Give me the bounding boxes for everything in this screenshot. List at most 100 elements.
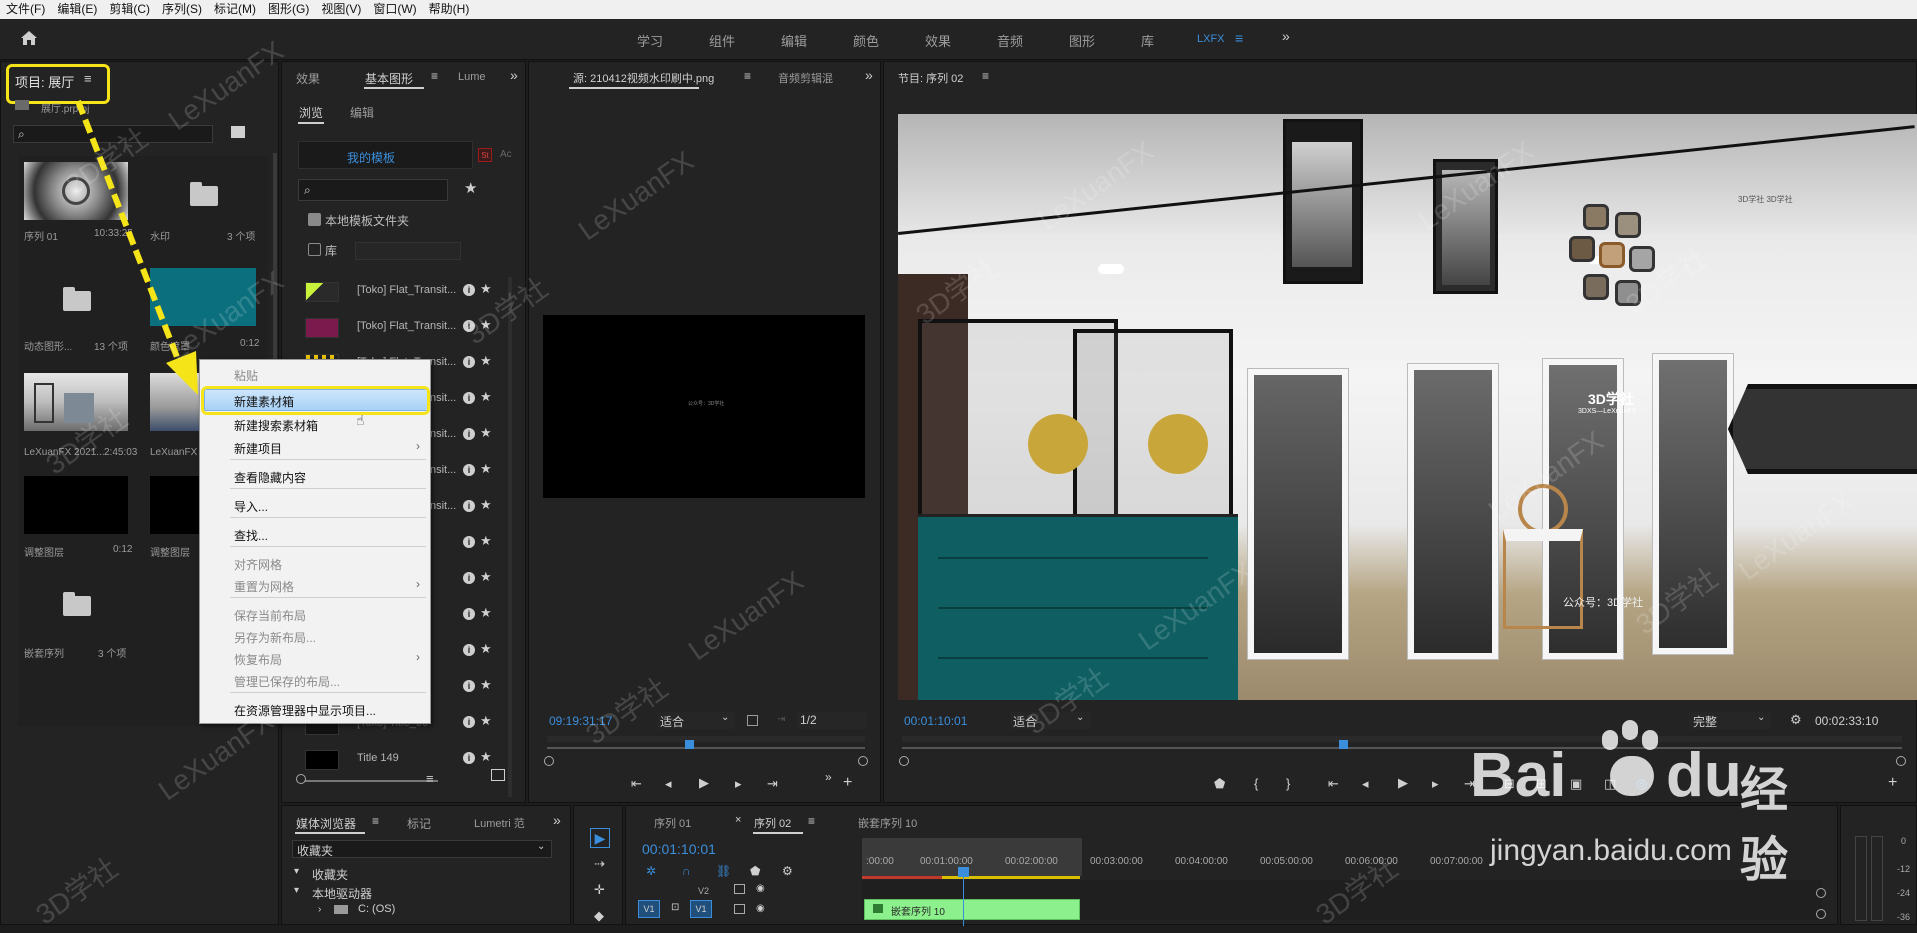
- tree-drive-c[interactable]: C: (OS): [358, 903, 395, 915]
- star-icon[interactable]: ★: [480, 569, 492, 585]
- selection-tool-icon[interactable]: ▶: [590, 828, 610, 848]
- menu-edit[interactable]: 编辑(E): [51, 0, 103, 19]
- template-item[interactable]: Title 149 i ★: [305, 748, 510, 772]
- workspace-tab-editing[interactable]: 编辑: [781, 31, 807, 50]
- add-button-icon[interactable]: +: [843, 774, 852, 792]
- project-title[interactable]: 项目: 展厅: [15, 72, 74, 91]
- tab-lumetri[interactable]: Lume: [458, 71, 486, 83]
- insert-icon[interactable]: ⇥: [777, 714, 785, 725]
- more-tabs-icon[interactable]: »: [865, 67, 873, 83]
- film-icon[interactable]: [734, 884, 745, 894]
- star-icon[interactable]: ★: [480, 281, 492, 297]
- add-button-icon[interactable]: +: [1888, 774, 1897, 792]
- step-forward-icon[interactable]: ▸: [1432, 776, 1439, 792]
- menu-item-paste[interactable]: 粘贴: [234, 367, 258, 384]
- star-icon[interactable]: ★: [480, 677, 492, 693]
- audio-mixer-tab[interactable]: 音频剪辑混: [778, 70, 833, 86]
- menu-help[interactable]: 帮助(H): [423, 0, 476, 19]
- favorites-dropdown[interactable]: 收藏夹 ⌄: [292, 840, 552, 858]
- star-icon[interactable]: ★: [480, 461, 492, 477]
- workspace-tab-assembly[interactable]: 组件: [709, 31, 735, 50]
- tab-lumetri-scopes[interactable]: Lumetri 范: [474, 815, 525, 831]
- tab-media-browser[interactable]: 媒体浏览器: [296, 815, 356, 832]
- tree-local-drives[interactable]: 本地驱动器: [312, 885, 372, 902]
- menu-view[interactable]: 视图(V): [315, 0, 367, 19]
- subtab-browse[interactable]: 浏览: [299, 104, 323, 121]
- program-tab[interactable]: 节目: 序列 02: [898, 70, 963, 86]
- tab-markers[interactable]: 标记: [407, 815, 431, 832]
- source-mini-timeline[interactable]: [547, 736, 865, 742]
- workspace-tab-audio[interactable]: 音频: [997, 31, 1023, 50]
- source-patch[interactable]: V1: [638, 900, 660, 918]
- play-icon[interactable]: ▶: [1398, 775, 1408, 791]
- menu-file[interactable]: 文件(F): [0, 0, 51, 19]
- star-icon[interactable]: ★: [480, 425, 492, 441]
- mark-in-icon[interactable]: {: [1254, 776, 1258, 791]
- info-icon[interactable]: i: [463, 428, 475, 440]
- expand-icon[interactable]: ▾: [294, 866, 299, 877]
- source-tab[interactable]: 源: 210412视频水印刷中.png: [573, 70, 714, 86]
- menu-item-new-search-bin[interactable]: 新建搜索素材箱: [234, 417, 318, 434]
- tab-menu-icon[interactable]: ≡: [431, 69, 438, 83]
- menu-sequence[interactable]: 序列(S): [156, 0, 208, 19]
- library-dropdown[interactable]: [355, 242, 461, 260]
- menu-clip[interactable]: 剪辑(C): [103, 0, 156, 19]
- project-menu-icon[interactable]: ≡: [84, 71, 92, 86]
- source-scrub-bar[interactable]: [547, 747, 865, 749]
- zoom-handle[interactable]: [858, 756, 868, 766]
- star-icon[interactable]: ★: [480, 749, 492, 765]
- info-icon[interactable]: i: [463, 284, 475, 296]
- info-icon[interactable]: i: [463, 500, 475, 512]
- star-icon[interactable]: ★: [480, 641, 492, 657]
- template-item[interactable]: [Toko] Flat_Transit... i ★: [305, 316, 510, 340]
- more-workspaces-icon[interactable]: »: [1282, 28, 1290, 44]
- library-checkbox[interactable]: [308, 243, 321, 256]
- zoom-handle[interactable]: [1816, 909, 1826, 919]
- menu-item-reveal-explorer[interactable]: 在资源管理器中显示项目...: [234, 702, 376, 719]
- tab-menu-icon[interactable]: ≡: [372, 814, 379, 828]
- workspace-menu-icon[interactable]: ≡: [1235, 30, 1243, 46]
- tree-favorites[interactable]: 收藏夹: [312, 866, 348, 883]
- ripple-edit-tool-icon[interactable]: ✛: [594, 882, 605, 898]
- menu-item-new-item[interactable]: 新建项目: [234, 440, 282, 457]
- step-back-icon[interactable]: ◂: [1362, 776, 1369, 792]
- more-tabs-icon[interactable]: »: [553, 812, 561, 828]
- info-icon[interactable]: i: [463, 536, 475, 548]
- adjustment-layer-thumbnail[interactable]: [24, 476, 128, 534]
- more-tabs-icon[interactable]: »: [510, 67, 518, 83]
- mark-out-icon[interactable]: }: [1286, 776, 1290, 791]
- program-timecode[interactable]: 00:01:10:01: [904, 714, 967, 728]
- menu-item-reset-grid[interactable]: 重置为网格: [234, 578, 294, 595]
- nest-icon[interactable]: ✲: [646, 864, 656, 878]
- info-icon[interactable]: i: [463, 680, 475, 692]
- tab-menu-icon[interactable]: ≡: [982, 69, 989, 83]
- add-marker-icon[interactable]: ⬟: [750, 864, 760, 878]
- thumbnail-size-slider[interactable]: [298, 780, 438, 782]
- menu-item-save-layout[interactable]: 保存当前布局: [234, 607, 306, 624]
- expand-icon[interactable]: ▾: [294, 885, 299, 896]
- star-icon[interactable]: ★: [480, 317, 492, 333]
- star-icon[interactable]: ★: [480, 497, 492, 513]
- go-to-in-icon[interactable]: ⇤: [1328, 776, 1339, 792]
- zoom-handle[interactable]: [1896, 756, 1906, 766]
- menu-item-restore-layout[interactable]: 恢复布局: [234, 651, 282, 668]
- workspace-tab-libraries[interactable]: 库: [1141, 31, 1154, 50]
- tab-menu-icon[interactable]: ≡: [808, 814, 815, 828]
- nested-sequence-clip[interactable]: 嵌套序列 10: [864, 899, 1080, 920]
- star-icon[interactable]: ★: [480, 353, 492, 369]
- workspace-tab-graphics[interactable]: 图形: [1069, 31, 1095, 50]
- menu-item-save-as-layout[interactable]: 另存为新布局...: [234, 629, 316, 646]
- workspace-tab-effects[interactable]: 效果: [925, 31, 951, 50]
- menu-item-find[interactable]: 查找...: [234, 527, 268, 544]
- eye-icon[interactable]: ◉: [756, 883, 765, 894]
- info-icon[interactable]: i: [463, 644, 475, 656]
- my-templates-button[interactable]: 我的模板: [298, 141, 473, 169]
- favorites-star-icon[interactable]: ★: [464, 179, 477, 197]
- track-select-tool-icon[interactable]: ⇢: [594, 856, 605, 872]
- workspace-tab-color[interactable]: 颜色: [853, 31, 879, 50]
- zoom-handle[interactable]: [544, 756, 554, 766]
- go-to-in-icon[interactable]: ⇤: [631, 776, 642, 792]
- go-to-out-icon[interactable]: ⇥: [767, 776, 778, 792]
- workspace-tab-learn[interactable]: 学习: [637, 31, 663, 50]
- source-preview[interactable]: 公众号：3D学社: [543, 315, 865, 498]
